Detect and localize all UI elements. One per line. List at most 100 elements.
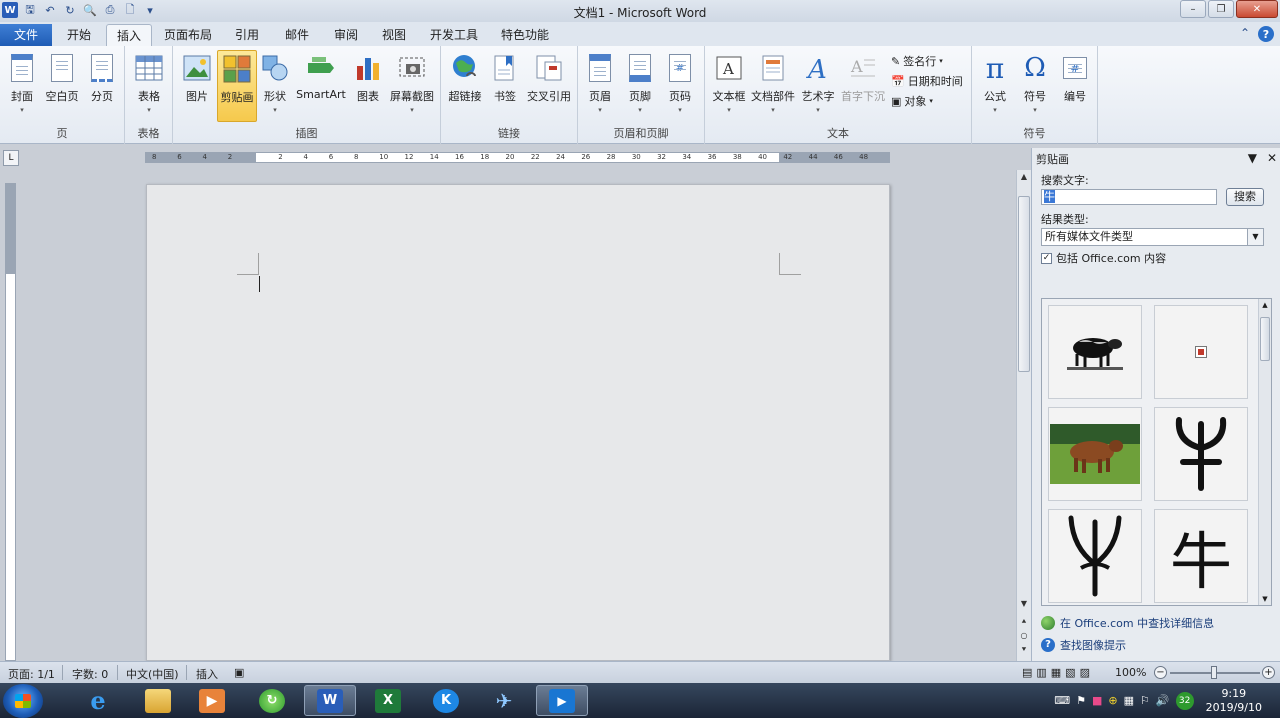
- document-scrollbar[interactable]: ▲ ▼ ⯅ ○ ⯆: [1016, 170, 1031, 661]
- clip-art-button[interactable]: 剪贴画: [217, 50, 257, 122]
- tab-selector[interactable]: L: [3, 150, 19, 166]
- taskbar-media-player[interactable]: ▶: [186, 685, 238, 716]
- screenshot-button[interactable]: 屏幕截图 ▾: [387, 50, 437, 120]
- browse-object-icon[interactable]: ○: [1017, 629, 1031, 643]
- page-number-button[interactable]: # 页码 ▾: [664, 50, 696, 120]
- tray-pin-icon[interactable]: ⚑: [1076, 694, 1086, 707]
- results-scroll-thumb[interactable]: [1260, 317, 1270, 361]
- view-buttons[interactable]: ▤▥▦▧▨: [1022, 666, 1094, 679]
- zoom-slider-handle[interactable]: [1211, 666, 1217, 679]
- scroll-thumb[interactable]: [1018, 196, 1030, 372]
- flag-icon[interactable]: ⚐: [1140, 694, 1150, 707]
- tab-mailings[interactable]: 邮件: [276, 24, 318, 46]
- zoom-out-button[interactable]: −: [1154, 666, 1167, 679]
- tab-file[interactable]: 文件: [0, 24, 52, 46]
- signature-line-button[interactable]: ✎ 签名行 ▾: [891, 52, 943, 70]
- search-input[interactable]: 牛: [1041, 189, 1217, 205]
- network-icon[interactable]: ▦: [1124, 694, 1134, 707]
- tab-developer[interactable]: 开发工具: [424, 24, 484, 46]
- zoom-in-button[interactable]: +: [1262, 666, 1275, 679]
- tab-references[interactable]: 引用: [226, 24, 268, 46]
- volume-icon[interactable]: 🔊: [1156, 694, 1170, 707]
- language-indicator[interactable]: 中文(中国): [126, 666, 179, 682]
- taskbar-explorer[interactable]: [132, 685, 184, 716]
- equation-button[interactable]: π 公式 ▾: [978, 50, 1012, 120]
- close-button[interactable]: ✕: [1236, 0, 1278, 18]
- taskbar-bird-app[interactable]: ✈: [478, 685, 530, 716]
- tab-special[interactable]: 特色功能: [494, 24, 556, 46]
- include-office-checkbox[interactable]: ✓ 包括 Office.com 内容: [1041, 250, 1166, 266]
- results-scroll-down-icon[interactable]: ▼: [1259, 593, 1271, 605]
- insert-mode[interactable]: 插入: [196, 666, 218, 682]
- tab-insert[interactable]: 插入: [106, 24, 152, 46]
- object-button[interactable]: ▣ 对象 ▾: [891, 92, 933, 110]
- date-time-button[interactable]: 📅 日期和时间: [891, 72, 963, 90]
- result-niu-character[interactable]: 牛: [1154, 509, 1248, 603]
- results-scroll-up-icon[interactable]: ▲: [1259, 299, 1271, 311]
- results-type-select[interactable]: 所有媒体文件类型 ▼: [1041, 228, 1264, 246]
- taskbar-green-app[interactable]: ↻: [246, 685, 298, 716]
- cross-reference-button[interactable]: 交叉引用: [525, 50, 573, 120]
- minimize-button[interactable]: –: [1180, 0, 1206, 18]
- scroll-up-icon[interactable]: ▲: [1017, 170, 1031, 184]
- image-tips-link[interactable]: ? 查找图像提示: [1041, 637, 1126, 653]
- shapes-button[interactable]: 形状 ▾: [259, 50, 291, 120]
- restore-button[interactable]: ❐: [1208, 0, 1234, 18]
- minimize-ribbon-icon[interactable]: ⌃: [1240, 26, 1250, 42]
- next-page-icon[interactable]: ⯆: [1017, 643, 1031, 657]
- taskbar-recorder[interactable]: ▶: [536, 685, 588, 716]
- tray-color-icon[interactable]: ■: [1092, 694, 1102, 707]
- smartart-button[interactable]: SmartArt: [295, 50, 347, 120]
- vertical-ruler[interactable]: [5, 183, 16, 661]
- word-count[interactable]: 字数: 0: [72, 666, 108, 682]
- number-button[interactable]: # 编号: [1058, 50, 1092, 120]
- cover-button[interactable]: 封面 ▾: [4, 50, 40, 120]
- result-missing-image[interactable]: [1154, 305, 1248, 399]
- symbol-button[interactable]: Ω 符号 ▾: [1018, 50, 1052, 120]
- chart-button[interactable]: 图表: [351, 50, 385, 120]
- chevron-down-icon[interactable]: ▼: [1247, 229, 1263, 245]
- wordart-button[interactable]: A 艺术字 ▾: [799, 50, 837, 120]
- tray-badge[interactable]: 32: [1175, 691, 1194, 710]
- tab-view[interactable]: 视图: [373, 24, 415, 46]
- taskbar-excel[interactable]: X: [362, 685, 414, 716]
- help-icon[interactable]: ?: [1258, 26, 1274, 42]
- text-box-button[interactable]: A 文本框 ▾: [709, 50, 749, 120]
- header-button[interactable]: 页眉 ▾: [584, 50, 616, 120]
- quick-parts-button[interactable]: 文档部件 ▾: [749, 50, 797, 120]
- page-count[interactable]: 页面: 1/1: [8, 666, 55, 682]
- result-cow-drawing[interactable]: [1048, 305, 1142, 399]
- horizontal-ruler[interactable]: 8 6 4 2 2 4 6 8 10 12 14 16 18 20 22 24 26 28 30 32 34 36 38 40…: [145, 152, 890, 163]
- tray-plus-icon[interactable]: ⊕: [1108, 694, 1117, 707]
- result-oracle-niu-glyph[interactable]: [1154, 407, 1248, 501]
- keyboard-icon[interactable]: ⌨: [1054, 694, 1070, 707]
- clock[interactable]: 9:19 2019/9/10: [1206, 687, 1262, 715]
- macro-record-icon[interactable]: ▣: [234, 666, 244, 679]
- search-button[interactable]: 搜索: [1226, 188, 1264, 206]
- find-more-link[interactable]: 在 Office.com 中查找详细信息: [1041, 615, 1214, 631]
- picture-button[interactable]: 图片: [179, 50, 215, 120]
- hyperlink-button[interactable]: 超链接: [445, 50, 485, 120]
- pane-options-icon[interactable]: ▼: [1248, 151, 1257, 165]
- pane-close-icon[interactable]: ✕: [1267, 151, 1277, 165]
- start-button[interactable]: [3, 684, 43, 718]
- result-ancient-niu-glyph[interactable]: [1048, 509, 1142, 603]
- checkbox-check-icon[interactable]: ✓: [1041, 252, 1052, 264]
- blank-page-button[interactable]: 空白页: [42, 50, 82, 120]
- taskbar-word[interactable]: W: [304, 685, 356, 716]
- taskbar-k-app[interactable]: K: [420, 685, 472, 716]
- document-page[interactable]: [146, 184, 890, 661]
- tab-page-layout[interactable]: 页面布局: [160, 24, 216, 46]
- footer-button[interactable]: 页脚 ▾: [624, 50, 656, 120]
- page-break-button[interactable]: 分页: [84, 50, 120, 120]
- taskbar-ie[interactable]: e: [72, 685, 124, 716]
- tab-home[interactable]: 开始: [58, 24, 100, 46]
- bookmark-button[interactable]: 书签: [489, 50, 521, 120]
- prev-page-icon[interactable]: ⯅: [1017, 615, 1031, 629]
- scroll-down-icon[interactable]: ▼: [1017, 597, 1031, 611]
- results-scrollbar[interactable]: ▲ ▼: [1258, 299, 1271, 605]
- zoom-level[interactable]: 100%: [1115, 666, 1146, 679]
- result-cow-photo[interactable]: [1048, 407, 1142, 501]
- table-button[interactable]: 表格 ▾: [131, 50, 167, 120]
- tab-review[interactable]: 审阅: [325, 24, 367, 46]
